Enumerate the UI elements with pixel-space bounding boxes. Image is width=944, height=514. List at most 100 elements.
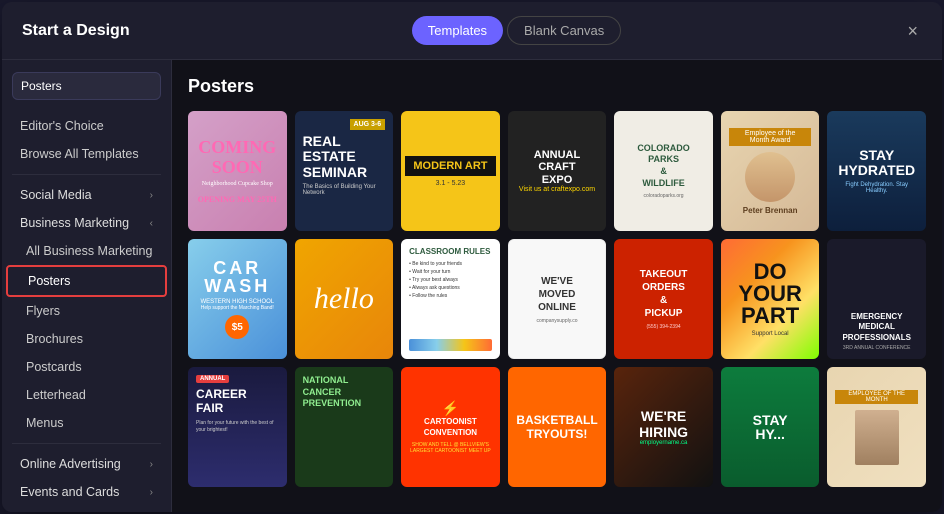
sidebar-item-label: Browse All Templates (20, 147, 139, 161)
sidebar-item-events-cards[interactable]: Events and Cards › (6, 478, 167, 506)
section-title: Posters (188, 76, 926, 97)
sidebar-item-label: Postcards (26, 360, 82, 374)
sidebar: × 🔍 Editor's Choice Browse All Templates… (2, 60, 172, 512)
sidebar-item-label: Posters (28, 274, 70, 288)
modal-header: Start a Design Templates Blank Canvas × (2, 2, 942, 60)
poster-badge: AUG 3-6 (350, 119, 386, 130)
poster-subtitle: Support Local (752, 331, 789, 337)
sidebar-item-all-business[interactable]: All Business Marketing (6, 237, 167, 265)
poster-title: NationalCancerPrevention (303, 375, 386, 410)
sidebar-item-editors-choice[interactable]: Editor's Choice (6, 112, 167, 140)
poster-subtitle: 3.1 - 5.23 (436, 180, 466, 187)
poster-avatar (745, 152, 795, 202)
poster-card[interactable]: EMPLOYEE OF THE MONTH (827, 367, 926, 487)
tab-blank-canvas[interactable]: Blank Canvas (507, 16, 621, 45)
poster-card[interactable]: CLASSROOM RULES • Be kind to your friend… (401, 239, 500, 359)
chevron-right-icon3: › (150, 487, 153, 498)
poster-card[interactable]: Employee of the Month Award Peter Brenna… (721, 111, 820, 231)
poster-title: CARWASH (204, 259, 270, 295)
sidebar-item-label: Letterhead (26, 388, 86, 402)
poster-subtitle: employername.ca (640, 440, 688, 446)
sidebar-item-label: Online Advertising (20, 457, 121, 471)
sidebar-item-social-media[interactable]: Social Media › (6, 181, 167, 209)
poster-title: hello (314, 282, 374, 316)
sidebar-item-posters[interactable]: Posters (6, 265, 167, 297)
main-content: Posters COMINGSOON Neighborhood Cupcake … (172, 60, 942, 512)
search-input[interactable] (21, 79, 172, 93)
poster-card[interactable]: CARWASH WESTERN HIGH SCHOOL Help support… (188, 239, 287, 359)
poster-title: CLASSROOM RULES (409, 247, 492, 256)
poster-card[interactable]: ANNUALCRAFTEXPO Visit us at craftexpo.co… (508, 111, 607, 231)
poster-name: Peter Brennan (743, 206, 798, 215)
sidebar-item-business-marketing[interactable]: Business Marketing ‹ (6, 209, 167, 237)
search-bar: × 🔍 (12, 72, 161, 100)
sidebar-item-label: All Business Marketing (26, 244, 152, 258)
modal-title: Start a Design (22, 22, 130, 40)
poster-detail: Help support the Marching Band! (201, 305, 274, 311)
poster-rules: • Be kind to your friends • Wait for you… (409, 260, 492, 300)
poster-subtitle: The Basics of Building Your Network (303, 184, 386, 196)
sidebar-item-postcards[interactable]: Postcards (6, 353, 167, 381)
poster-card[interactable]: MODERN ART 3.1 - 5.23 (401, 111, 500, 231)
poster-title: TAKEOUTORDERS&PICKUP (640, 268, 688, 320)
poster-card[interactable]: EmergencyMedicalProfessionals 3RD ANNUAL… (827, 239, 926, 359)
divider (12, 174, 161, 175)
sidebar-item-flyers[interactable]: Flyers (6, 297, 167, 325)
sidebar-item-online-advertising[interactable]: Online Advertising › (6, 450, 167, 478)
poster-title: MODERN ART (405, 156, 495, 176)
sidebar-item-brochures[interactable]: Brochures (6, 325, 167, 353)
poster-subtitle: Plan for your future with the best of yo… (196, 420, 279, 434)
poster-title: COMINGSOON (198, 138, 276, 178)
sidebar-item-label: Flyers (26, 304, 60, 318)
poster-card[interactable]: DOYOURPART Support Local (721, 239, 820, 359)
modal: Start a Design Templates Blank Canvas × … (2, 2, 942, 512)
poster-subtitle: Neighborhood Cupcake Shop (202, 181, 273, 187)
poster-title: BASKETBALLTRYOUTS! (516, 413, 597, 442)
poster-title: CAREERFAIR (196, 387, 279, 416)
poster-title: ANNUALCRAFTEXPO (534, 149, 580, 185)
close-button[interactable]: × (903, 18, 922, 44)
divider2 (12, 443, 161, 444)
poster-card[interactable]: NationalCancerPrevention (295, 367, 394, 487)
poster-title: DOYOURPART (738, 261, 802, 327)
poster-decoration (409, 339, 492, 351)
poster-title: REALESTATESEMINAR (303, 134, 386, 180)
tab-templates[interactable]: Templates (412, 16, 503, 45)
poster-card[interactable]: WE'REHIRING employername.ca (614, 367, 713, 487)
poster-title: COLORADOPARKS&WILDLIFE (637, 143, 690, 190)
poster-subtitle: coloradoparks.org (637, 193, 690, 199)
poster-badge: Employee of the Month Award (729, 128, 812, 146)
poster-price: $5 (225, 315, 249, 339)
poster-badge: ANNUAL (196, 375, 229, 383)
sidebar-item-label: Editor's Choice (20, 119, 104, 133)
poster-card[interactable]: hello (295, 239, 394, 359)
sidebar-item-letterhead[interactable]: Letterhead (6, 381, 167, 409)
poster-card[interactable]: TAKEOUTORDERS&PICKUP (555) 394-2394 (614, 239, 713, 359)
poster-title: CARTOONISTCONVENTION (424, 417, 477, 438)
poster-icon: ⚡ (442, 400, 459, 417)
sidebar-item-menus[interactable]: Menus (6, 409, 167, 437)
poster-card[interactable]: ⚡ CARTOONISTCONVENTION SHOW AND TELL @ B… (401, 367, 500, 487)
poster-title: STAYHYDRATED (838, 148, 915, 179)
sidebar-item-label: Social Media (20, 188, 92, 202)
poster-subtitle: 3RD ANNUAL CONFERENCE (843, 345, 911, 351)
sidebar-item-label: Menus (26, 416, 64, 430)
chevron-right-icon: › (150, 190, 153, 201)
poster-card[interactable]: STAYHY... (721, 367, 820, 487)
sidebar-item-browse-all[interactable]: Browse All Templates (6, 140, 167, 168)
poster-subtitle: Fight Dehydration. Stay Healthy. (835, 182, 918, 194)
poster-card[interactable]: BASKETBALLTRYOUTS! (508, 367, 607, 487)
poster-card[interactable]: STAYHYDRATED Fight Dehydration. Stay Hea… (827, 111, 926, 231)
poster-card[interactable]: AUG 3-6 REALESTATESEMINAR The Basics of … (295, 111, 394, 231)
poster-card[interactable]: We'veMovedOnline companysupply.co (508, 239, 607, 359)
poster-url: companysupply.co (536, 318, 577, 324)
sidebar-item-label: Brochures (26, 332, 83, 346)
poster-badge: EMPLOYEE OF THE MONTH (835, 390, 918, 404)
chevron-right-icon2: › (150, 459, 153, 470)
poster-avatar (855, 410, 899, 465)
poster-subtitle: SHOW AND TELL @ BELLVIEW'S LARGEST CARTO… (407, 442, 494, 454)
poster-card[interactable]: ANNUAL CAREERFAIR Plan for your future w… (188, 367, 287, 487)
poster-card[interactable]: COLORADOPARKS&WILDLIFE coloradoparks.org (614, 111, 713, 231)
poster-card[interactable]: COMINGSOON Neighborhood Cupcake Shop OPE… (188, 111, 287, 231)
poster-title: WE'REHIRING (639, 408, 688, 440)
